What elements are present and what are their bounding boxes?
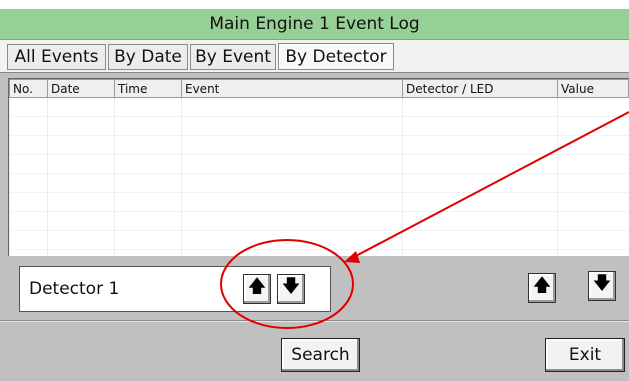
pointer-arrow-line [351,111,629,259]
pointer-arrow-head [344,251,360,263]
highlight-ellipse [220,239,354,329]
event-log-window: Main Engine 1 Event Log All Events By Da… [0,0,629,381]
annotation-overlay [220,111,629,329]
